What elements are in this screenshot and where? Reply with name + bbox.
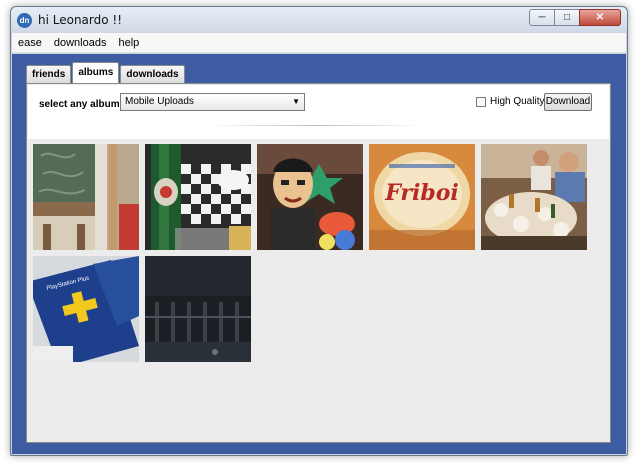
photo-thumbnail-2[interactable] bbox=[145, 144, 251, 250]
close-button[interactable]: ✕ bbox=[579, 9, 621, 26]
title-bar[interactable]: dn hi Leonardo !! ─ □ ✕ bbox=[11, 7, 627, 33]
photo-image bbox=[257, 144, 363, 250]
photo-image: Friboi bbox=[369, 144, 475, 250]
photo-thumbnail-7[interactable] bbox=[145, 256, 251, 362]
download-button[interactable]: Download bbox=[544, 93, 592, 111]
minimize-button[interactable]: ─ bbox=[529, 9, 555, 26]
close-icon: ✕ bbox=[595, 12, 605, 23]
tab-friends[interactable]: friends bbox=[26, 65, 72, 83]
tab-albums[interactable]: albums bbox=[72, 62, 120, 83]
tab-downloads[interactable]: downloads bbox=[120, 65, 185, 83]
photo-image: PlayStation Plus bbox=[33, 256, 139, 362]
menu-help[interactable]: help bbox=[118, 37, 139, 49]
album-toolbar: select any album Mobile Uploads ▼ High Q… bbox=[28, 85, 609, 139]
maximize-icon: □ bbox=[563, 12, 571, 23]
photo-image bbox=[33, 144, 139, 250]
photo-brand-text: Friboi bbox=[384, 180, 459, 206]
photo-thumbnail-5[interactable] bbox=[481, 144, 587, 250]
tab-strip: friends albums downloads bbox=[26, 62, 186, 83]
photo-image bbox=[145, 144, 251, 250]
photo-image bbox=[481, 144, 587, 250]
dropdown-arrow-icon: ▼ bbox=[292, 97, 300, 106]
album-dropdown-value: Mobile Uploads bbox=[125, 96, 194, 107]
album-selector-label: select any album bbox=[39, 99, 120, 110]
albums-panel: select any album Mobile Uploads ▼ High Q… bbox=[26, 83, 611, 443]
photo-thumbnail-4[interactable]: Friboi bbox=[369, 144, 475, 250]
high-quality-label: High Quality bbox=[490, 96, 545, 107]
window-controls: ─ □ ✕ bbox=[529, 9, 621, 26]
album-dropdown[interactable]: Mobile Uploads ▼ bbox=[120, 93, 305, 111]
minimize-icon: ─ bbox=[538, 12, 546, 23]
photo-image bbox=[145, 256, 251, 362]
menu-downloads[interactable]: downloads bbox=[54, 37, 107, 49]
photo-thumbnail-1[interactable] bbox=[33, 144, 139, 250]
app-window: dn hi Leonardo !! ─ □ ✕ ease downloads h… bbox=[10, 6, 628, 456]
menu-ease[interactable]: ease bbox=[18, 37, 42, 49]
toolbar-separator bbox=[208, 125, 423, 126]
client-area: friends albums downloads select any albu… bbox=[12, 54, 626, 454]
high-quality-checkbox[interactable] bbox=[476, 97, 486, 107]
window-title: hi Leonardo !! bbox=[38, 13, 123, 27]
app-icon: dn bbox=[17, 13, 32, 28]
maximize-button[interactable]: □ bbox=[554, 9, 580, 26]
photo-thumbnail-6[interactable]: PlayStation Plus bbox=[33, 256, 139, 362]
photo-thumbnail-3[interactable] bbox=[257, 144, 363, 250]
menu-bar: ease downloads help bbox=[12, 33, 626, 53]
